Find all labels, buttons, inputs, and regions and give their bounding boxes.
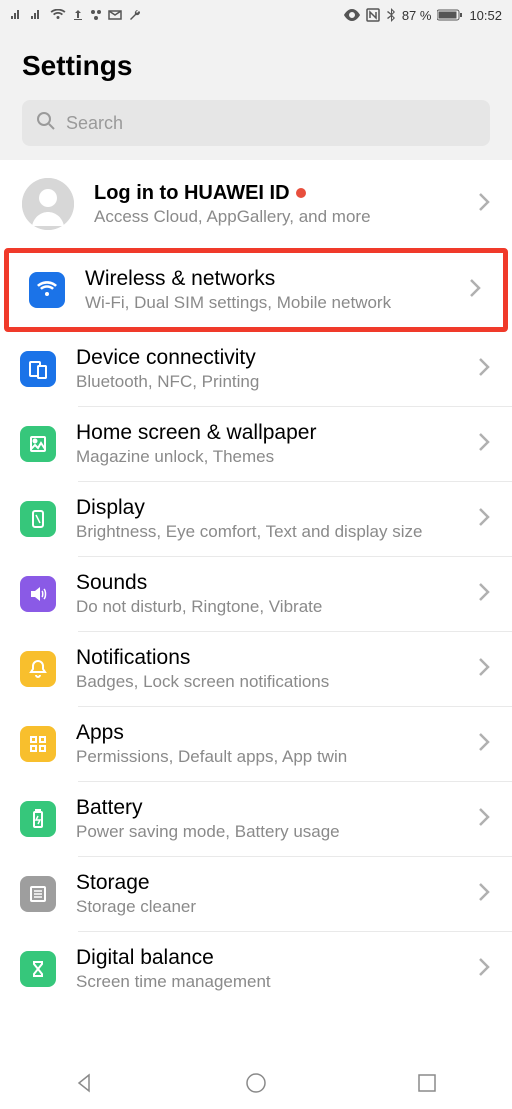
item-title: Notifications: [76, 646, 458, 670]
status-left: [10, 8, 142, 22]
navigation-bar: [0, 1057, 512, 1109]
nfc-icon: [366, 8, 380, 22]
chevron-right-icon: [478, 582, 490, 607]
item-subtitle: Power saving mode, Battery usage: [76, 822, 458, 842]
battery-percent: 87 %: [402, 8, 432, 23]
search-icon: [36, 111, 56, 136]
search-container: Search: [0, 100, 512, 160]
status-bar: 87 % 10:52: [0, 0, 512, 30]
status-right: 87 % 10:52: [344, 8, 502, 23]
bell-icon: [20, 651, 56, 687]
eye-icon: [344, 9, 360, 21]
settings-item-notifications[interactable]: Notifications Badges, Lock screen notifi…: [0, 632, 512, 706]
settings-item-battery[interactable]: Battery Power saving mode, Battery usage: [0, 782, 512, 856]
item-title: Home screen & wallpaper: [76, 421, 458, 445]
item-title: Apps: [76, 721, 458, 745]
item-title: Battery: [76, 796, 458, 820]
settings-item-apps[interactable]: Apps Permissions, Default apps, App twin: [0, 707, 512, 781]
settings-item-digital-balance[interactable]: Digital balance Screen time management: [0, 932, 512, 1006]
highlight-wireless-networks: Wireless & networks Wi-Fi, Dual SIM sett…: [4, 248, 508, 332]
item-title: Device connectivity: [76, 346, 458, 370]
clock-time: 10:52: [469, 8, 502, 23]
apps-icon: [20, 726, 56, 762]
battery-icon: [437, 9, 463, 21]
item-subtitle: Wi-Fi, Dual SIM settings, Mobile network: [85, 293, 449, 313]
avatar: [22, 178, 74, 230]
wifi-icon: [50, 9, 66, 21]
settings-list: Device connectivity Bluetooth, NFC, Prin…: [0, 332, 512, 1006]
profile-title: Log in to HUAWEI ID: [94, 182, 290, 205]
display-icon: [20, 501, 56, 537]
nav-home-button[interactable]: [241, 1068, 271, 1098]
upload-icon: [72, 9, 84, 21]
device-connectivity-icon: [20, 351, 56, 387]
search-input[interactable]: Search: [22, 100, 490, 146]
notification-dot-icon: [296, 188, 306, 198]
item-subtitle: Permissions, Default apps, App twin: [76, 747, 458, 767]
chevron-right-icon: [478, 882, 490, 907]
settings-item-storage[interactable]: Storage Storage cleaner: [0, 857, 512, 931]
chevron-right-icon: [478, 732, 490, 757]
chevron-right-icon: [469, 278, 481, 303]
search-placeholder: Search: [66, 113, 123, 134]
chevron-right-icon: [478, 957, 490, 982]
item-subtitle: Storage cleaner: [76, 897, 458, 917]
chevron-right-icon: [478, 507, 490, 532]
hourglass-icon: [20, 951, 56, 987]
bluetooth-icon: [386, 8, 396, 22]
battery-icon: [20, 801, 56, 837]
item-subtitle: Do not disturb, Ringtone, Vibrate: [76, 597, 458, 617]
settings-item-wireless-networks[interactable]: Wireless & networks Wi-Fi, Dual SIM sett…: [9, 253, 503, 327]
settings-item-home-screen[interactable]: Home screen & wallpaper Magazine unlock,…: [0, 407, 512, 481]
storage-icon: [20, 876, 56, 912]
settings-item-sounds[interactable]: Sounds Do not disturb, Ringtone, Vibrate: [0, 557, 512, 631]
chevron-right-icon: [478, 432, 490, 457]
wallpaper-icon: [20, 426, 56, 462]
sound-icon: [20, 576, 56, 612]
mail-icon: [108, 9, 122, 21]
signal-icon: [10, 9, 24, 21]
item-subtitle: Brightness, Eye comfort, Text and displa…: [76, 522, 458, 542]
sync-icon: [90, 9, 102, 21]
item-title: Wireless & networks: [85, 267, 449, 291]
chevron-right-icon: [478, 657, 490, 682]
item-title: Storage: [76, 871, 458, 895]
profile-subtitle: Access Cloud, AppGallery, and more: [94, 207, 458, 227]
profile-row[interactable]: Log in to HUAWEI ID Access Cloud, AppGal…: [0, 160, 512, 248]
page-title: Settings: [22, 50, 490, 82]
item-title: Display: [76, 496, 458, 520]
item-subtitle: Magazine unlock, Themes: [76, 447, 458, 467]
nav-back-button[interactable]: [70, 1068, 100, 1098]
item-subtitle: Bluetooth, NFC, Printing: [76, 372, 458, 392]
item-title: Sounds: [76, 571, 458, 595]
chevron-right-icon: [478, 357, 490, 382]
settings-item-device-connectivity[interactable]: Device connectivity Bluetooth, NFC, Prin…: [0, 332, 512, 406]
wrench-icon: [128, 8, 142, 22]
header: Settings: [0, 30, 512, 100]
wifi-box-icon: [29, 272, 65, 308]
item-subtitle: Screen time management: [76, 972, 458, 992]
signal-icon-2: [30, 9, 44, 21]
chevron-right-icon: [478, 192, 490, 217]
settings-item-display[interactable]: Display Brightness, Eye comfort, Text an…: [0, 482, 512, 556]
item-subtitle: Badges, Lock screen notifications: [76, 672, 458, 692]
item-title: Digital balance: [76, 946, 458, 970]
chevron-right-icon: [478, 807, 490, 832]
nav-recent-button[interactable]: [412, 1068, 442, 1098]
